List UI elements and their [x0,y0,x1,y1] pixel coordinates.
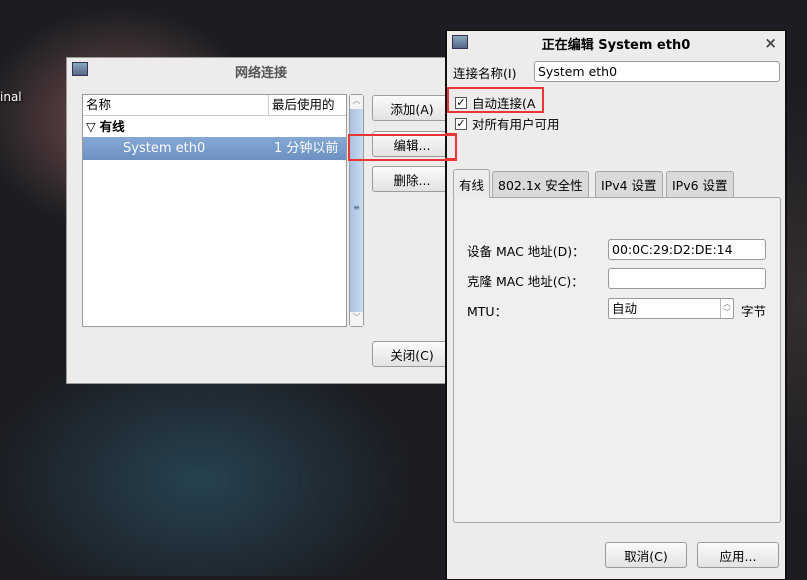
tab-wired[interactable]: 有线 [453,169,491,198]
scroll-up-icon[interactable]: ︿ [350,95,363,109]
connection-name-input[interactable]: System eth0 [534,61,780,82]
close-icon[interactable]: × [764,34,777,52]
column-header-last-used[interactable]: 最后使用的 [269,95,335,115]
scroll-down-icon[interactable]: ﹀ [350,312,363,326]
mtu-unit: 字节 [741,304,767,319]
network-connections-window: 网络连接 名称 最后使用的 ▽ 有线 System eth0 1 分钟以前 ︿ … [66,57,456,384]
connection-name: System eth0 [123,141,206,156]
titlebar: 正在编辑 System eth0 × [447,31,785,55]
spin-arrows-icon[interactable]: ︿ ﹀ [720,299,733,318]
tab-8021x-security[interactable]: 802.1x 安全性 [492,171,589,197]
all-users-checkbox[interactable]: ✓ 对所有用户可用 [455,114,560,133]
tab-ipv4-settings[interactable]: IPv4 设置 [595,171,663,197]
checkbox-check-icon[interactable]: ✓ [455,96,467,109]
apply-button[interactable]: 应用... [697,542,779,568]
mtu-value: 自动 [612,301,638,316]
network-icon [72,62,88,76]
network-icon [452,35,468,49]
close-button[interactable]: 关闭(C) [372,341,452,367]
titlebar: 网络连接 [67,58,455,84]
auto-connect-label: 自动连接(A [472,96,536,111]
scroll-grip-icon[interactable]: ≡ [350,203,363,212]
mtu-spinbox[interactable]: 自动 ︿ ﹀ [608,298,734,319]
mtu-label: MTU： [467,304,508,319]
checkbox-check-icon[interactable]: ✓ [455,117,467,130]
tab-panel: 设备 MAC 地址(D)： 00:0C:29:D2:DE:14 克隆 MAC 地… [453,197,781,523]
edit-connection-window: 正在编辑 System eth0 × 连接名称(I) System eth0 ✓… [445,30,787,580]
clone-mac-input[interactable] [608,268,766,289]
all-users-label: 对所有用户可用 [472,117,560,132]
device-mac-label: 设备 MAC 地址(D)： [467,244,585,259]
connection-list[interactable]: 名称 最后使用的 ▽ 有线 System eth0 1 分钟以前 [82,94,347,327]
clone-mac-label: 克隆 MAC 地址(C)： [467,274,584,289]
list-header: 名称 最后使用的 [83,95,346,116]
cancel-button[interactable]: 取消(C) [605,542,687,568]
list-scrollbar[interactable]: ︿ ≡ ﹀ [349,94,364,327]
connection-last-used: 1 分钟以前 [274,141,339,156]
connection-name-label: 连接名称(I) [453,66,517,81]
table-row[interactable]: System eth0 1 分钟以前 [83,137,346,160]
delete-button[interactable]: 删除... [372,166,452,192]
desktop-icon-label[interactable]: inal [0,90,22,104]
device-mac-input[interactable]: 00:0C:29:D2:DE:14 [608,239,766,260]
add-button[interactable]: 添加(A) [372,95,452,121]
auto-connect-checkbox[interactable]: ✓ 自动连接(A [455,93,535,112]
edit-button[interactable]: 编辑... [372,131,452,157]
expander-triangle-icon[interactable]: ▽ [86,119,100,134]
window-title: 网络连接 [234,65,287,81]
group-row-wired[interactable]: ▽ 有线 [83,116,346,137]
tab-ipv6-settings[interactable]: IPv6 设置 [666,171,734,197]
group-label: 有线 [99,119,125,134]
window-title: 正在编辑 System eth0 [541,37,691,53]
column-header-name[interactable]: 名称 [83,95,269,115]
